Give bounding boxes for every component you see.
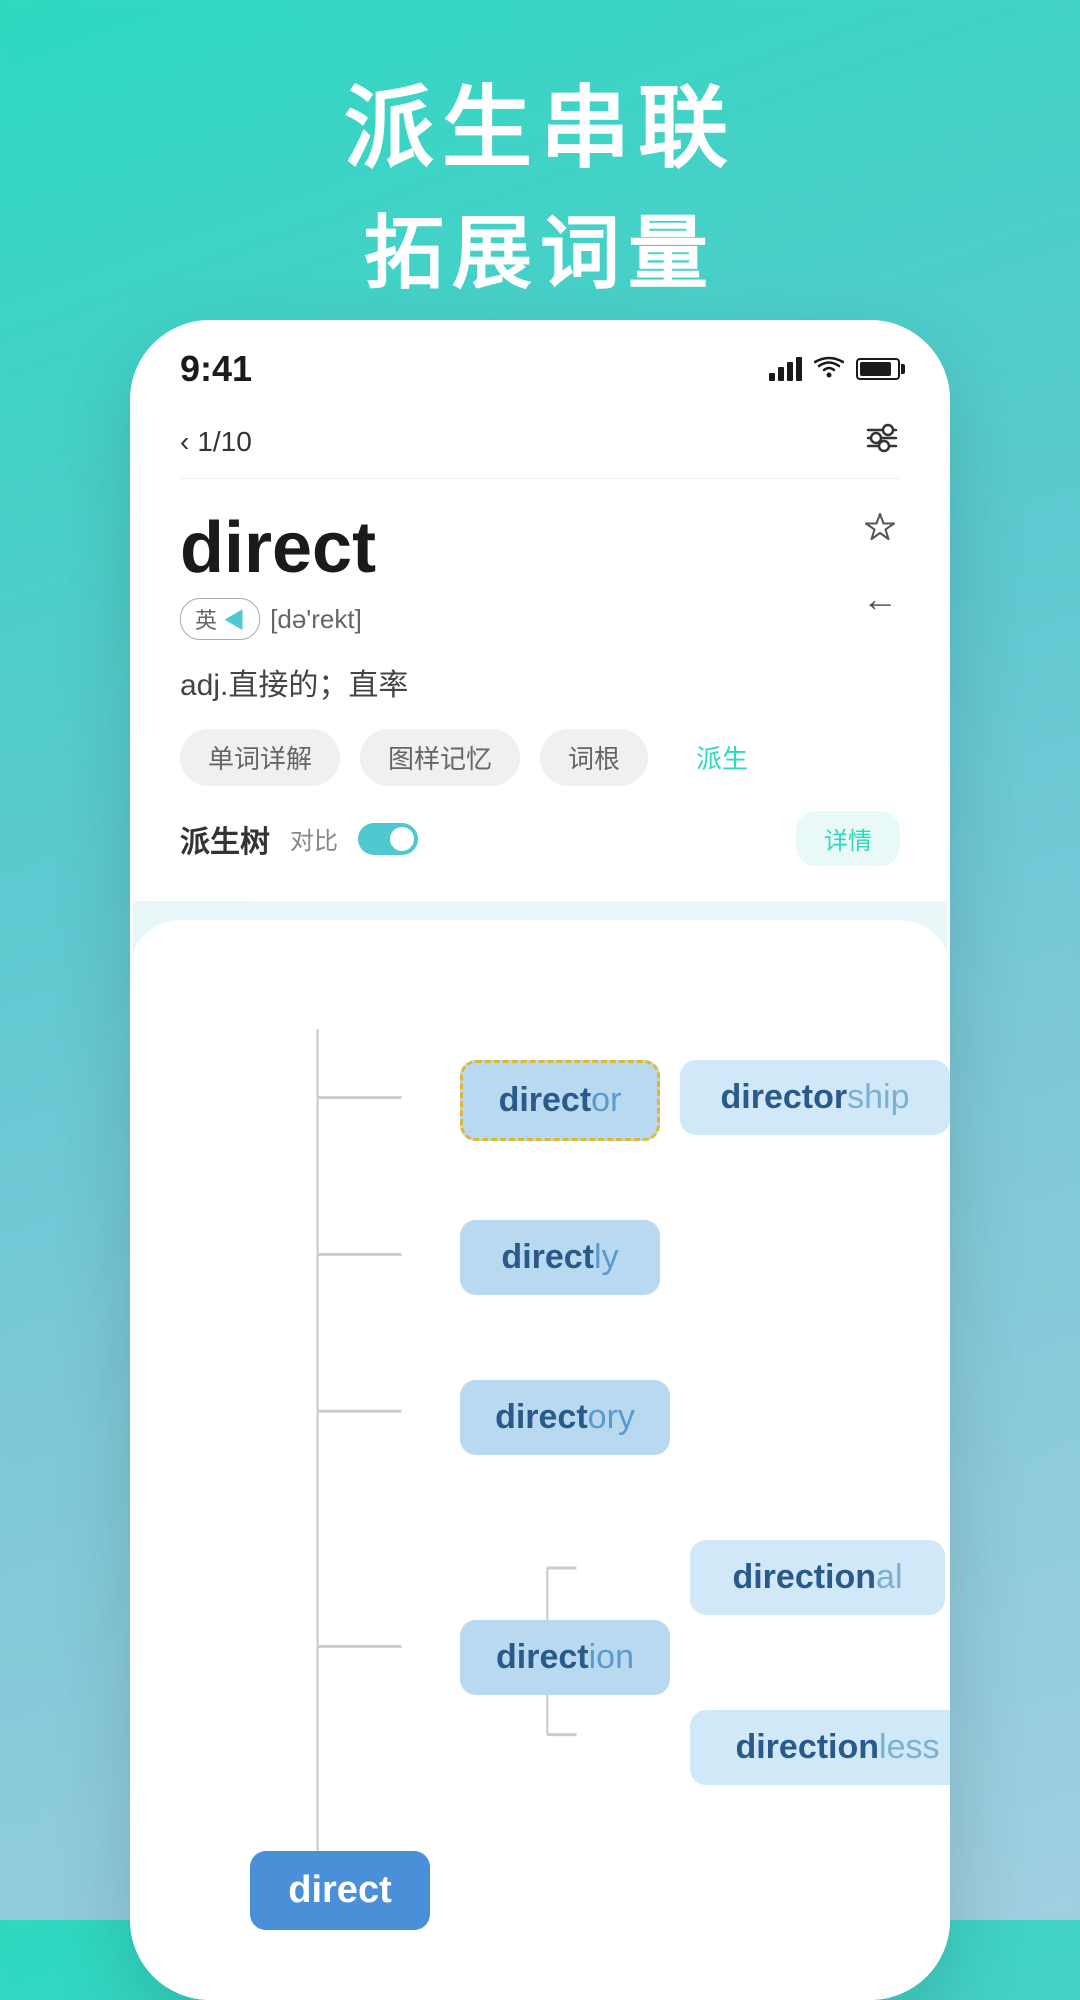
node-directionless[interactable]: directionless [690,1710,950,1785]
phone-time: 9:41 [180,348,252,390]
back-button[interactable]: ‹ [180,426,189,458]
phone-mockup: 9:41 [130,320,950,2000]
tab-root[interactable]: 词根 [540,729,648,786]
phone-status-bar: 9:41 [130,320,950,400]
signal-icon [769,357,802,381]
page-indicator: 1/10 [197,426,252,458]
node-directly[interactable]: directly [460,1220,660,1295]
wifi-icon [814,353,844,385]
pronunciation-row: 英 ◀ [də'rekt] [180,598,900,640]
node-directional[interactable]: directional [690,1540,945,1615]
header-section: 派生串联 拓展词量 [0,0,1080,305]
contrast-toggle[interactable] [358,823,418,855]
header-line2: 拓展词量 [0,189,1080,305]
battery-icon [856,358,900,380]
derivation-tree-card: direct director directorship directly di… [130,920,950,2000]
nav-bar: ‹ 1/10 [180,400,900,479]
lang-badge: 英 ◀ [180,598,260,640]
detail-button[interactable]: 详情 [796,811,900,866]
word-title: direct [180,509,900,588]
phonetic-text: [də'rekt] [270,604,362,635]
back-arrow-button[interactable]: ← [862,578,898,620]
contrast-label: 对比 [290,821,338,856]
tree-container: direct director directorship directly di… [190,980,890,1960]
filter-button[interactable] [864,420,900,463]
tree-title: 派生树 [180,817,270,861]
word-actions: ← [860,509,900,620]
status-icons [769,353,900,385]
node-direction[interactable]: direction [460,1620,670,1695]
tab-derivation[interactable]: 派生 [668,729,776,786]
word-meaning: adj.直接的；直率 [180,660,900,704]
node-directory[interactable]: directory [460,1380,670,1455]
phone-content: ‹ 1/10 direct [130,400,950,901]
nav-left: ‹ 1/10 [180,426,252,458]
tab-word-detail[interactable]: 单词详解 [180,729,340,786]
tree-label-row: 派生树 对比 详情 [180,811,900,866]
header-line1: 派生串联 [0,80,1080,179]
favorite-button[interactable] [860,509,900,558]
node-direct[interactable]: direct [250,1851,430,1930]
node-directorship[interactable]: directorship [680,1060,950,1135]
tab-bar: 单词详解 图样记忆 词根 派生 [180,729,900,786]
word-section: direct ← 英 ◀ [də'rekt] adj.直接的；直率 单词详解 图… [180,479,900,901]
tab-image-memory[interactable]: 图样记忆 [360,729,520,786]
node-director[interactable]: director [460,1060,660,1141]
